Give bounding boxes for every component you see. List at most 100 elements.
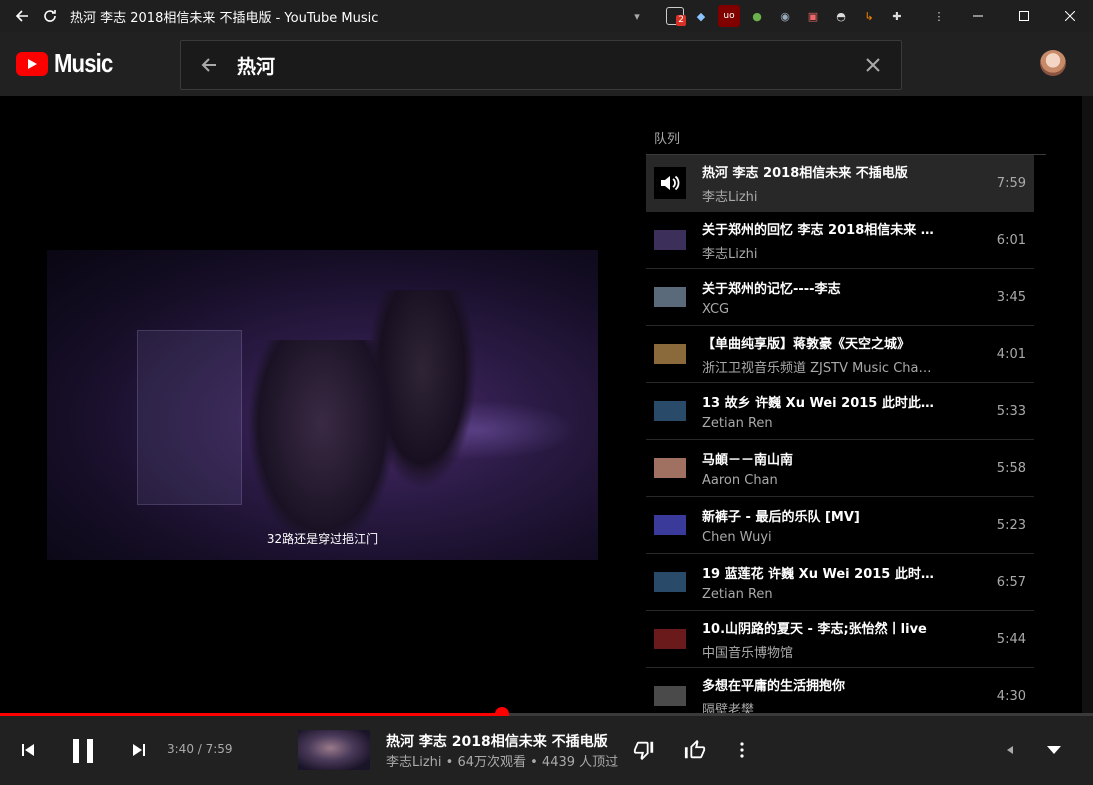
queue-item-text: 多想在平庸的生活拥抱你 隔壁老樊 — [702, 675, 974, 718]
search-back-icon[interactable] — [181, 41, 237, 89]
video-guitarist — [247, 340, 397, 550]
red-extension-icon[interactable]: ▣ — [802, 5, 824, 27]
video-player[interactable]: 32路还是穿过挹江门 — [47, 250, 598, 560]
time-display: 3:40 / 7:59 — [167, 742, 233, 756]
queue-item-artist: 李志Lizhi — [702, 189, 758, 205]
search-box — [180, 40, 902, 90]
volume-arrow-icon[interactable] — [998, 738, 1022, 762]
queue-item[interactable]: 19 蓝莲花 许巍 Xu Wei 2015 此时此刻巡回演唱会 Zetian Re… — [646, 554, 1034, 611]
queue-item-title: 关于郑州的回忆 李志 2018相信未来 不插电版 — [702, 222, 934, 238]
queue-item-artist: Aaron Chan — [702, 472, 778, 488]
queue-thumbnail — [654, 572, 686, 592]
window-controls — [955, 0, 1093, 32]
minimize-icon[interactable] — [955, 0, 1001, 32]
avatar[interactable] — [1040, 50, 1066, 76]
youtube-music-logo[interactable]: Music — [16, 48, 123, 79]
like-icon[interactable] — [681, 736, 709, 764]
queue-item-title: 【单曲纯享版】蒋敦豪《天空之城》 — [702, 336, 911, 352]
github-icon[interactable]: ◓ — [830, 5, 852, 27]
queue-item-artist: XCG — [702, 301, 730, 317]
queue-item-text: 关于郑州的记忆----李志 XCG — [702, 278, 974, 317]
queue-item[interactable]: 关于郑州的回忆 李志 2018相信未来 不插电版李志Lizhi 6:01 — [646, 212, 1034, 269]
clear-search-icon[interactable] — [845, 41, 901, 89]
queue-thumbnail — [654, 401, 686, 421]
circle-extension-icon[interactable]: ◉ — [774, 5, 796, 27]
queue-item-duration: 5:33 — [996, 403, 1026, 419]
scrollbar[interactable] — [1082, 96, 1093, 785]
queue-item[interactable]: 新裤子 - 最后的乐队 [MV] Chen Wuyi 5:23 — [646, 497, 1034, 554]
queue-item-title: 新裤子 - 最后的乐队 [MV] — [702, 509, 860, 525]
queue-item-duration: 5:58 — [996, 460, 1026, 476]
dropdown-icon[interactable]: ▾ — [626, 5, 648, 27]
queue-item[interactable]: 关于郑州的记忆----李志 XCG 3:45 — [646, 269, 1034, 326]
queue-item-text: 10.山阴路的夏天 - 李志;张怡然丨live 中国音乐博物馆 — [702, 618, 974, 661]
now-playing-subtitle: 李志Lizhi • 64万次观看 • 4439 人顶过 — [386, 755, 619, 770]
queue-item[interactable]: 热河 李志 2018相信未来 不插电版 李志Lizhi 7:59 — [646, 155, 1034, 212]
queue-item-artist: 中国音乐博物馆 — [702, 645, 794, 661]
queue-item-duration: 3:45 — [996, 289, 1026, 305]
queue-item-duration: 4:30 — [996, 688, 1026, 704]
queue-thumbnail — [654, 344, 686, 364]
queue-item[interactable]: 10.山阴路的夏天 - 李志;张怡然丨live 中国音乐博物馆 5:44 — [646, 611, 1034, 668]
queue-item-title: 19 蓝莲花 许巍 Xu Wei 2015 此时此刻巡回演唱会 — [702, 566, 934, 582]
queue-item[interactable]: 13 故乡 许巍 Xu Wei 2015 此时此刻巡回演唱会 Zetian Ren… — [646, 383, 1034, 440]
queue-label: 队列 — [654, 132, 681, 147]
dislike-icon[interactable] — [630, 736, 658, 764]
reload-icon[interactable] — [36, 2, 64, 30]
maximize-icon[interactable] — [1001, 0, 1047, 32]
queue-thumbnail — [654, 515, 686, 535]
queue-item-duration: 6:01 — [996, 232, 1026, 248]
next-icon[interactable] — [125, 736, 153, 764]
queue-item-artist: Chen Wuyi — [702, 529, 772, 545]
queue-thumbnail — [654, 287, 686, 307]
queue-item-text: 新裤子 - 最后的乐队 [MV] Chen Wuyi — [702, 506, 974, 545]
pause-icon[interactable] — [64, 732, 102, 770]
shield-extension-icon[interactable]: uo — [718, 5, 740, 27]
queue-thumbnail — [654, 686, 686, 706]
queue-thumbnail — [654, 458, 686, 478]
speaker-icon — [654, 167, 686, 199]
queue-item-artist: Zetian Ren — [702, 415, 773, 431]
now-playing-title[interactable]: 热河 李志 2018相信未来 不插电版 — [386, 731, 608, 751]
video-subtitle: 32路还是穿过挹江门 — [266, 532, 379, 546]
search-input[interactable] — [237, 54, 845, 76]
queue-item-artist: 李志Lizhi — [702, 246, 758, 262]
queue-item[interactable]: 马頔－－南山南 Aaron Chan 5:58 — [646, 440, 1034, 497]
close-window-icon[interactable] — [1047, 0, 1093, 32]
more-vert-icon[interactable]: ⋮ — [928, 5, 950, 27]
play-logo-icon — [16, 51, 48, 76]
queue-item-duration: 4:01 — [996, 346, 1026, 362]
queue-item-title: 多想在平庸的生活拥抱你 — [702, 678, 846, 694]
queue-item-duration: 6:57 — [996, 574, 1026, 590]
queue-item-title: 热河 李志 2018相信未来 不插电版 — [702, 165, 908, 181]
queue-item-title: 马頔－－南山南 — [702, 452, 794, 468]
back-arrow-icon[interactable] — [8, 2, 36, 30]
now-playing-thumbnail[interactable] — [298, 730, 370, 770]
extension-counter-icon[interactable]: 2 — [666, 7, 686, 26]
queue-item[interactable]: 【单曲纯享版】蒋敦豪《天空之城》浙江卫视音乐频道 ZJSTV Music Cha… — [646, 326, 1034, 383]
queue-item-title: 关于郑州的记忆----李志 — [702, 281, 841, 297]
queue-item-text: 19 蓝莲花 许巍 Xu Wei 2015 此时此刻巡回演唱会 Zetian Re… — [702, 563, 974, 602]
previous-icon[interactable] — [14, 736, 42, 764]
title-bar: 热河 李志 2018相信未来 不插电版 - YouTube Music ▾ 2 … — [0, 0, 1093, 32]
logo-text: Music — [54, 48, 113, 78]
queue-item-duration: 7:59 — [996, 175, 1026, 191]
arrow-extension-icon[interactable]: ↳ — [858, 5, 880, 27]
queue-item-text: 马頔－－南山南 Aaron Chan — [702, 449, 974, 488]
extension-toolbar: ▾ 2 ◆ uo ● ◉ ▣ ◓ ↳ ✚ ⋮ — [626, 0, 950, 32]
more-options-icon[interactable] — [730, 736, 754, 764]
queue-item-artist: 浙江卫视音乐频道 ZJSTV Music Channel — [702, 360, 934, 376]
leaf-extension-icon[interactable]: ● — [746, 5, 768, 27]
queue-item-duration: 5:23 — [996, 517, 1026, 533]
diamond-extension-icon[interactable]: ◆ — [690, 5, 712, 27]
queue-item-artist: Zetian Ren — [702, 586, 773, 602]
queue-item-text: 【单曲纯享版】蒋敦豪《天空之城》浙江卫视音乐频道 ZJSTV Music Cha… — [702, 333, 974, 376]
window-title: 热河 李志 2018相信未来 不插电版 - YouTube Music — [70, 10, 379, 26]
queue-thumbnail — [654, 629, 686, 649]
queue-item-text: 关于郑州的回忆 李志 2018相信未来 不插电版李志Lizhi — [702, 219, 974, 262]
extension-badge: 2 — [676, 15, 686, 26]
video-glass-panel — [137, 330, 242, 505]
queue-thumbnail — [654, 230, 686, 250]
puzzle-icon[interactable]: ✚ — [886, 5, 908, 27]
expand-player-icon[interactable] — [1040, 736, 1068, 764]
